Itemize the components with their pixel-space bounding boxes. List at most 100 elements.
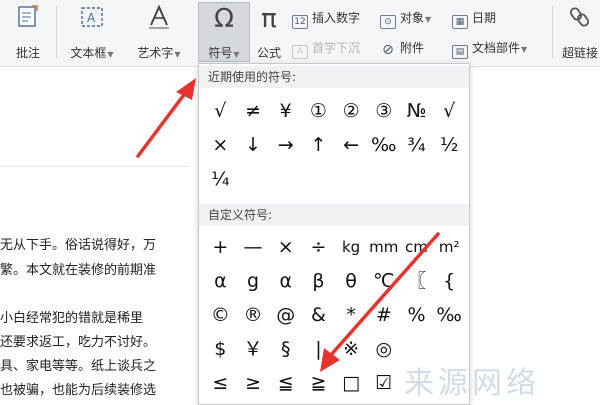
symbol-cell[interactable]: m² — [433, 230, 466, 264]
doc-parts-button[interactable]: ▤ 文档部件▼ — [452, 40, 527, 59]
symbol-cell[interactable]: → — [269, 128, 302, 162]
pi-icon: π — [261, 4, 277, 34]
paperclip-icon: ⊘ — [382, 42, 394, 58]
symbol-cell[interactable]: √ — [433, 94, 466, 128]
watermark: 来源网络 — [388, 352, 600, 403]
drop-cap-button[interactable]: A 首字下沉 — [292, 40, 360, 59]
symbol-cell[interactable]: # — [367, 298, 400, 332]
date-label: 日期 — [472, 11, 497, 25]
document-line: 小白经常犯的错就是稀里 — [0, 311, 144, 326]
insert-number-button[interactable]: 12 插入数字 — [292, 10, 360, 29]
symbol-cell[interactable]: √ — [204, 94, 237, 128]
document-line: 也被骗，也能为后续装修选 — [0, 383, 157, 398]
insert-number-label: 插入数字 — [312, 11, 361, 25]
symbol-cell[interactable]: @ — [269, 298, 302, 332]
symbol-cell[interactable]: ※ — [335, 332, 368, 366]
document-line: 无从下手。俗话说得好，万 — [0, 238, 157, 253]
symbol-cell[interactable]: ↓ — [237, 128, 270, 162]
symbol-cell[interactable]: ® — [237, 298, 270, 332]
symbol-cell[interactable]: ‰ — [367, 128, 400, 162]
symbol-cell[interactable]: □ — [335, 366, 368, 400]
annotate-button[interactable]: 批注 — [6, 4, 50, 61]
symbol-cell[interactable]: № — [400, 94, 433, 128]
symbol-cell[interactable]: ≤ — [204, 366, 237, 400]
date-button[interactable]: ▦ 日期 — [452, 10, 496, 29]
symbol-cell[interactable]: ￥ — [237, 332, 270, 366]
symbol-cell[interactable]: + — [204, 230, 237, 264]
symbol-cell[interactable]: | — [302, 332, 335, 366]
symbol-cell[interactable]: ③ — [367, 94, 400, 128]
symbol-cell[interactable]: × — [269, 230, 302, 264]
symbol-cell[interactable]: cm — [400, 230, 433, 264]
symbol-cell[interactable]: ÷ — [302, 230, 335, 264]
symbol-cell[interactable]: * — [335, 298, 368, 332]
hyperlink-button[interactable]: 超链接 — [560, 4, 600, 61]
omega-icon: Ω — [214, 4, 234, 34]
recent-symbols-title: 近期使用的符号: — [199, 66, 469, 88]
comment-icon — [6, 4, 50, 34]
attachment-label: 附件 — [400, 41, 425, 55]
number-icon: 12 — [292, 15, 308, 29]
symbol-cell[interactable]: β — [302, 264, 335, 298]
symbol-cell[interactable]: ‰ — [433, 298, 466, 332]
symbol-cell[interactable]: ¥ — [269, 94, 302, 128]
symbol-cell[interactable]: × — [204, 128, 237, 162]
symbol-cell[interactable]: ② — [335, 94, 368, 128]
chevron-down-icon: ▼ — [233, 50, 240, 59]
symbol-cell[interactable]: ½ — [433, 128, 466, 162]
document-line: 繁。本文就在装修的前期准 — [0, 263, 157, 278]
textbox-label: 文本框 — [70, 46, 107, 60]
doc-parts-icon: ▤ — [452, 45, 468, 59]
chevron-down-icon: ▼ — [521, 45, 528, 54]
symbol-cell[interactable]: ↑ — [302, 128, 335, 162]
symbol-cell[interactable]: 〖 — [400, 264, 433, 298]
symbol-cell[interactable]: ≥ — [237, 366, 270, 400]
watermark-text: 来源网络 — [404, 366, 540, 401]
chevron-down-icon: ▼ — [107, 50, 114, 59]
svg-text:A: A — [87, 11, 96, 25]
formula-button[interactable]: π 公式 — [252, 4, 286, 61]
symbol-cell[interactable]: ← — [335, 128, 368, 162]
symbol-cell[interactable]: g — [237, 264, 270, 298]
ribbon-toolbar: 批注 A 文本框▼ 艺术字▼ Ω 符号▼ π 公式 12 插入数字 A 首字下沉 ⊙… — [0, 0, 600, 67]
symbol-cell[interactable]: % — [400, 298, 433, 332]
symbol-cell[interactable]: { — [433, 264, 466, 298]
page-divider — [0, 166, 190, 167]
symbol-cell[interactable]: ≧ — [302, 366, 335, 400]
symbol-cell[interactable]: ℃ — [367, 264, 400, 298]
wordart-label: 艺术字 — [137, 46, 174, 60]
symbol-label: 符号 — [208, 46, 233, 60]
custom-symbols-title: 自定义符号: — [199, 204, 469, 226]
symbol-cell[interactable]: kg — [335, 230, 368, 264]
symbol-cell[interactable]: ≠ — [237, 94, 270, 128]
doc-parts-label: 文档部件 — [472, 41, 521, 55]
ribbon-divider — [56, 6, 57, 58]
symbol-button[interactable]: Ω 符号▼ — [198, 4, 250, 61]
textbox-button[interactable]: A 文本框▼ — [64, 4, 120, 61]
symbol-cell[interactable]: & — [302, 298, 335, 332]
symbol-cell[interactable]: — — [237, 230, 270, 264]
symbol-cell[interactable]: ¼ — [204, 162, 237, 196]
symbol-cell[interactable]: ① — [302, 94, 335, 128]
wordart-icon — [130, 4, 188, 34]
symbol-cell[interactable]: α — [204, 264, 237, 298]
object-button[interactable]: ⊙ 对象▼ — [380, 10, 431, 29]
object-label: 对象 — [400, 11, 425, 25]
symbol-cell[interactable]: © — [204, 298, 237, 332]
symbol-cell[interactable]: ¾ — [400, 128, 433, 162]
chevron-down-icon: ▼ — [174, 50, 181, 59]
symbol-cell[interactable]: ≦ — [269, 366, 302, 400]
recent-symbols-grid: √ ≠ ¥ ① ② ③ № √ × ↓ → ↑ ← ‰ ¾ ½ ¼ — [204, 94, 466, 196]
symbol-cell[interactable]: $ — [204, 332, 237, 366]
document-line: 还要求返工，吃力不讨好。 — [0, 335, 157, 350]
symbol-cell[interactable]: θ — [335, 264, 368, 298]
formula-label: 公式 — [256, 46, 281, 60]
calendar-icon: ▦ — [452, 15, 468, 29]
drop-cap-icon: A — [292, 45, 308, 59]
attachment-button[interactable]: ⊘ 附件 — [380, 40, 424, 58]
symbol-cell[interactable]: § — [269, 332, 302, 366]
hyperlink-label: 超链接 — [561, 46, 598, 60]
symbol-cell[interactable]: α — [269, 264, 302, 298]
wordart-button[interactable]: 艺术字▼ — [130, 4, 188, 61]
symbol-cell[interactable]: mm — [367, 230, 400, 264]
